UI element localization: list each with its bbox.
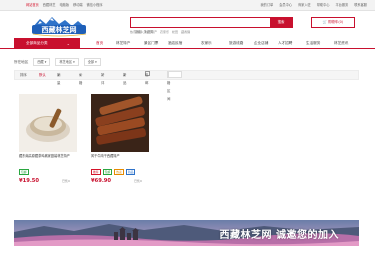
nav-item-services[interactable]: 生活服务 xyxy=(306,38,320,49)
price-max-input[interactable] xyxy=(168,71,183,78)
cart-icon: 🛒 xyxy=(322,20,328,24)
sort-label: 排序 xyxy=(20,73,27,77)
top-link-service[interactable]: 平台服务 xyxy=(336,0,349,10)
province-select[interactable]: 西藏 ▾ xyxy=(33,58,51,66)
product-tag: 推荐 xyxy=(91,169,101,175)
hot-search-link[interactable]: 松茸 xyxy=(172,30,178,34)
cart-button[interactable]: 🛒 购物车(0) xyxy=(311,17,355,28)
nav-item-routes[interactable]: 旅游线路 xyxy=(229,38,243,49)
sort-new[interactable]: 新品 ↓ xyxy=(123,71,126,85)
all-categories-label: 全部商品分类 xyxy=(26,41,48,45)
cart-label: 购物车(0) xyxy=(328,20,344,24)
sort-price[interactable]: 价格 ↓ xyxy=(79,71,82,85)
sort-bar: 排序 默认 销量 ↓ 价格 ↓ 好评 ↓ 新品 ↓ 包邮 价格区间 - xyxy=(14,70,359,101)
product-tags: 包邮 xyxy=(19,169,29,175)
price-range: 价格区间 - xyxy=(167,71,183,101)
product-tag: 包邮 xyxy=(102,169,113,175)
product-image[interactable] xyxy=(91,94,149,152)
product-price: ¥19.50 xyxy=(19,178,40,184)
product-title[interactable]: 风干牛肉干西藏特产 xyxy=(91,154,153,158)
chevron-down-icon: ⌄ xyxy=(66,41,70,46)
top-link-orders[interactable]: 我的订单 xyxy=(261,0,274,10)
site-logo[interactable]: 西藏林芝网 xyxy=(28,14,92,37)
top-link-home[interactable]: 网站首页 xyxy=(26,0,39,10)
join-banner[interactable]: 西藏林芝网 诚邀您的加入 xyxy=(14,220,359,246)
city-select[interactable]: 林芝地区 ▾ xyxy=(55,58,79,66)
nav-item-shops[interactable]: 企业店铺 xyxy=(254,38,268,49)
top-link-help[interactable]: 帮助中心 xyxy=(317,0,330,10)
top-link-pc[interactable]: 电脑版 xyxy=(60,0,70,10)
product-card[interactable]: 藏东南高原藏茶鸡酱家庭装林芝特产 包邮 ¥19.50 已售0 xyxy=(14,86,84,190)
all-categories-button[interactable]: 全部商品分类 ⌄ xyxy=(14,38,80,49)
product-tag: 包邮 xyxy=(19,169,29,175)
product-tag: 热卖 xyxy=(114,169,124,175)
nav-item-farmhouse[interactable]: 农家乐 xyxy=(201,38,212,49)
top-link-merchant[interactable]: 商家入驻 xyxy=(298,0,311,10)
hot-search-links: 热门搜索 林芝特产 农家乐 松茸 藏香猪 xyxy=(130,30,190,34)
nav-item-jobs[interactable]: 人才招聘 xyxy=(278,38,292,49)
sort-sales[interactable]: 销量 ↓ xyxy=(57,71,60,85)
top-utility-bar: 网站首页 西藏林芝 电脑版 移动端 微信小程序 我的订单 会员中心 商家入驻 帮… xyxy=(0,0,375,11)
district-select[interactable]: 全部 ▾ xyxy=(83,58,101,66)
region-filter-label: 所在地区 xyxy=(14,59,29,64)
region-filter: 所在地区 西藏 ▾ 林芝地区 ▾ 全部 ▾ xyxy=(14,58,101,66)
hot-search-link[interactable]: 藏香猪 xyxy=(181,30,190,34)
product-card[interactable]: 风干牛肉干西藏特产 推荐 包邮 热卖 新品 ¥69.90 已售0 xyxy=(86,86,156,190)
svg-text:西藏林芝网: 西藏林芝网 xyxy=(42,25,77,34)
hot-search-label: 热门搜索 xyxy=(130,30,143,34)
top-link-region[interactable]: 西藏林芝 xyxy=(43,0,56,10)
hot-search-link[interactable]: 林芝特产 xyxy=(145,30,157,34)
nav-item-news[interactable]: 林芝资讯 xyxy=(334,38,348,49)
hot-search-link[interactable]: 农家乐 xyxy=(160,30,169,34)
top-link-member[interactable]: 会员中心 xyxy=(279,0,292,10)
product-tag: 新品 xyxy=(125,169,136,175)
search-box: 搜索 xyxy=(130,17,293,37)
nav-item-tickets[interactable]: 景区门票 xyxy=(144,38,158,49)
product-sold: 已售0 xyxy=(62,179,70,183)
product-price: ¥69.90 xyxy=(91,178,112,184)
top-link-mobile[interactable]: 移动端 xyxy=(73,0,83,10)
nav-item-hotels[interactable]: 酒店民宿 xyxy=(168,38,182,49)
product-sold: 已售0 xyxy=(134,179,142,183)
banner-text: 西藏林芝网 诚邀您的加入 xyxy=(219,230,339,241)
top-link-contact[interactable]: 联系客服 xyxy=(354,0,367,10)
top-link-miniapp[interactable]: 微信小程序 xyxy=(87,0,103,10)
nav-item-home[interactable]: 首页 xyxy=(96,38,103,49)
product-tags: 推荐 包邮 热卖 新品 xyxy=(91,169,136,175)
sort-rating[interactable]: 好评 ↓ xyxy=(101,71,104,85)
sort-default[interactable]: 默认 xyxy=(39,71,46,79)
nav-item-specialty[interactable]: 林芝特产 xyxy=(116,38,130,49)
product-image[interactable] xyxy=(19,94,77,152)
search-button[interactable]: 搜索 xyxy=(270,18,292,27)
product-title[interactable]: 藏东南高原藏茶鸡酱家庭装林芝特产 xyxy=(19,154,81,158)
